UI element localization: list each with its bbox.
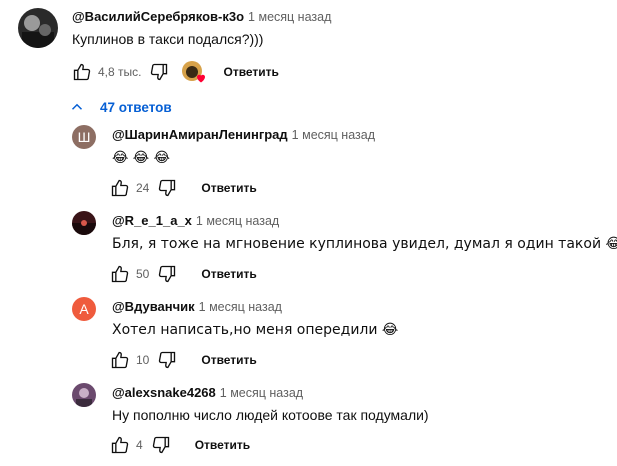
- reply-author[interactable]: @R_e_1_a_x 1 месяц назад: [112, 213, 279, 228]
- avatar[interactable]: [72, 383, 96, 407]
- reply-actions: 50 Ответить: [108, 262, 257, 286]
- thumbs-up-icon: [111, 351, 129, 369]
- chevron-up-icon: [71, 103, 83, 110]
- comment-actions: 4,8 тыс. Ответить: [70, 60, 279, 84]
- timestamp[interactable]: 1 месяц назад: [196, 214, 279, 228]
- like-count: 50: [136, 267, 150, 281]
- like-button[interactable]: [108, 433, 132, 457]
- reply-button[interactable]: Ответить: [201, 181, 256, 195]
- like-button[interactable]: [108, 176, 132, 200]
- thumbs-up-icon: [111, 265, 129, 283]
- timestamp[interactable]: 1 месяц назад: [220, 386, 303, 400]
- comment-author[interactable]: @ВасилийСеребряков-к3о 1 месяц назад: [72, 9, 331, 24]
- author-name[interactable]: @R_e_1_a_x: [112, 213, 192, 228]
- reply-button[interactable]: Ответить: [201, 267, 256, 281]
- timestamp[interactable]: 1 месяц назад: [292, 128, 375, 142]
- avatar[interactable]: [72, 211, 96, 235]
- reply-actions: 4 Ответить: [108, 433, 250, 457]
- dislike-button[interactable]: [149, 433, 173, 457]
- reply-author[interactable]: @ШаринАмиранЛенинград 1 месяц назад: [112, 127, 375, 142]
- like-button[interactable]: [108, 348, 132, 372]
- timestamp[interactable]: 1 месяц назад: [199, 300, 282, 314]
- avatar[interactable]: Ш: [72, 125, 96, 149]
- creator-heart-badge: [181, 60, 207, 84]
- reply-actions: 24 Ответить: [108, 176, 257, 200]
- reply-author[interactable]: @alexsnake4268 1 месяц назад: [112, 385, 303, 400]
- thumbs-down-icon: [151, 63, 168, 81]
- dislike-button[interactable]: [155, 176, 179, 200]
- thumbs-down-icon: [159, 265, 176, 283]
- reply-actions: 10 Ответить: [108, 348, 257, 372]
- reply-button[interactable]: Ответить: [195, 438, 250, 452]
- thumbs-down-icon: [152, 436, 169, 454]
- author-name[interactable]: @ВасилийСеребряков-к3о: [72, 9, 244, 24]
- thumbs-up-icon: [111, 436, 129, 454]
- like-count: 4: [136, 438, 143, 452]
- like-button[interactable]: [108, 262, 132, 286]
- dislike-button[interactable]: [147, 60, 171, 84]
- like-count: 10: [136, 353, 150, 367]
- heart-icon: [197, 74, 206, 83]
- author-name[interactable]: @ШаринАмиранЛенинград: [112, 127, 288, 142]
- author-name[interactable]: @alexsnake4268: [112, 385, 216, 400]
- thumbs-up-icon: [73, 63, 91, 81]
- thumbs-up-icon: [111, 179, 129, 197]
- reply-text: Ну пополню число людей котоове так подум…: [112, 407, 429, 423]
- dislike-button[interactable]: [155, 262, 179, 286]
- thumbs-down-icon: [159, 179, 176, 197]
- reply-text: Хотел написать,но меня опередили 😂: [112, 322, 399, 338]
- reply-author[interactable]: @Вдуванчик 1 месяц назад: [112, 299, 282, 314]
- reply-button[interactable]: Ответить: [201, 353, 256, 367]
- like-count: 24: [136, 181, 150, 195]
- comment-text: Куплинов в такси подался?))): [72, 31, 264, 47]
- replies-toggle[interactable]: 47 ответов: [68, 96, 172, 118]
- avatar[interactable]: А: [72, 297, 96, 321]
- author-name[interactable]: @Вдуванчик: [112, 299, 195, 314]
- reply-text: Бля, я тоже на мгновение куплинова увиде…: [112, 236, 617, 252]
- avatar[interactable]: [18, 8, 58, 48]
- reply-button[interactable]: Ответить: [223, 65, 278, 79]
- like-count: 4,8 тыс.: [98, 65, 142, 79]
- thumbs-down-icon: [159, 351, 176, 369]
- like-button[interactable]: [70, 60, 94, 84]
- replies-count-label: 47 ответов: [100, 99, 172, 115]
- timestamp[interactable]: 1 месяц назад: [248, 10, 331, 24]
- dislike-button[interactable]: [155, 348, 179, 372]
- reply-text: 😂 😂 😂: [112, 150, 170, 166]
